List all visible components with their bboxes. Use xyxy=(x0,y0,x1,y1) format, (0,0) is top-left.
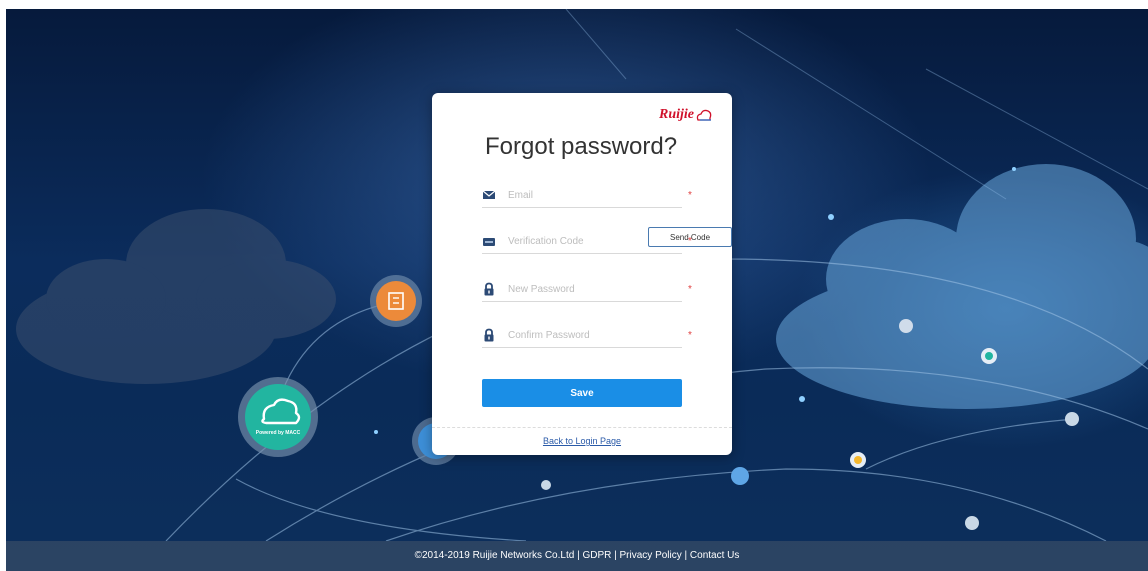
confirm-password-field-row xyxy=(482,325,682,348)
ruijie-logo-text: Ruijie xyxy=(658,107,694,122)
building-badge xyxy=(370,275,422,327)
verification-code-field-row: Send Code xyxy=(482,227,732,254)
verification-code-input[interactable] xyxy=(508,231,644,251)
email-input[interactable] xyxy=(508,185,668,205)
macc-badge-text: Powered by MACC xyxy=(255,430,301,436)
confirm-password-required-mark: * xyxy=(688,330,692,341)
email-required-mark: * xyxy=(688,190,692,201)
new-password-required-mark: * xyxy=(688,284,692,295)
lock-icon xyxy=(484,328,494,342)
right-cloud xyxy=(776,164,1148,409)
footer-gdpr-link[interactable]: GDPR xyxy=(582,550,611,561)
footer-copyright: ©2014-2019 Ruijie Networks Co.Ltd xyxy=(414,550,575,561)
footer-privacy-link[interactable]: Privacy Policy xyxy=(620,550,682,561)
lock-icon xyxy=(484,282,494,296)
new-password-input[interactable] xyxy=(508,279,668,299)
divider xyxy=(432,427,732,428)
left-cloud xyxy=(16,209,336,384)
verification-code-required-mark: * xyxy=(688,236,692,247)
page-title: Forgot password? xyxy=(485,133,678,160)
ruijie-logo: Ruijie xyxy=(659,107,712,123)
new-password-field-row xyxy=(482,279,682,302)
email-field-row xyxy=(482,185,682,208)
footer-contact-link[interactable]: Contact Us xyxy=(690,550,739,561)
footer: ©2014-2019 Ruijie Networks Co.Ltd | GDPR… xyxy=(6,541,1148,571)
save-button[interactable]: Save xyxy=(482,379,682,407)
verification-card-icon xyxy=(483,238,495,246)
confirm-password-input[interactable] xyxy=(508,325,668,345)
cloud-icon xyxy=(696,109,712,121)
macc-badge xyxy=(238,377,318,457)
envelope-icon xyxy=(482,190,496,199)
back-to-login-link[interactable]: Back to Login Page xyxy=(432,436,732,446)
forgot-password-card: Ruijie Forgot password? * Send Code * xyxy=(432,93,732,455)
